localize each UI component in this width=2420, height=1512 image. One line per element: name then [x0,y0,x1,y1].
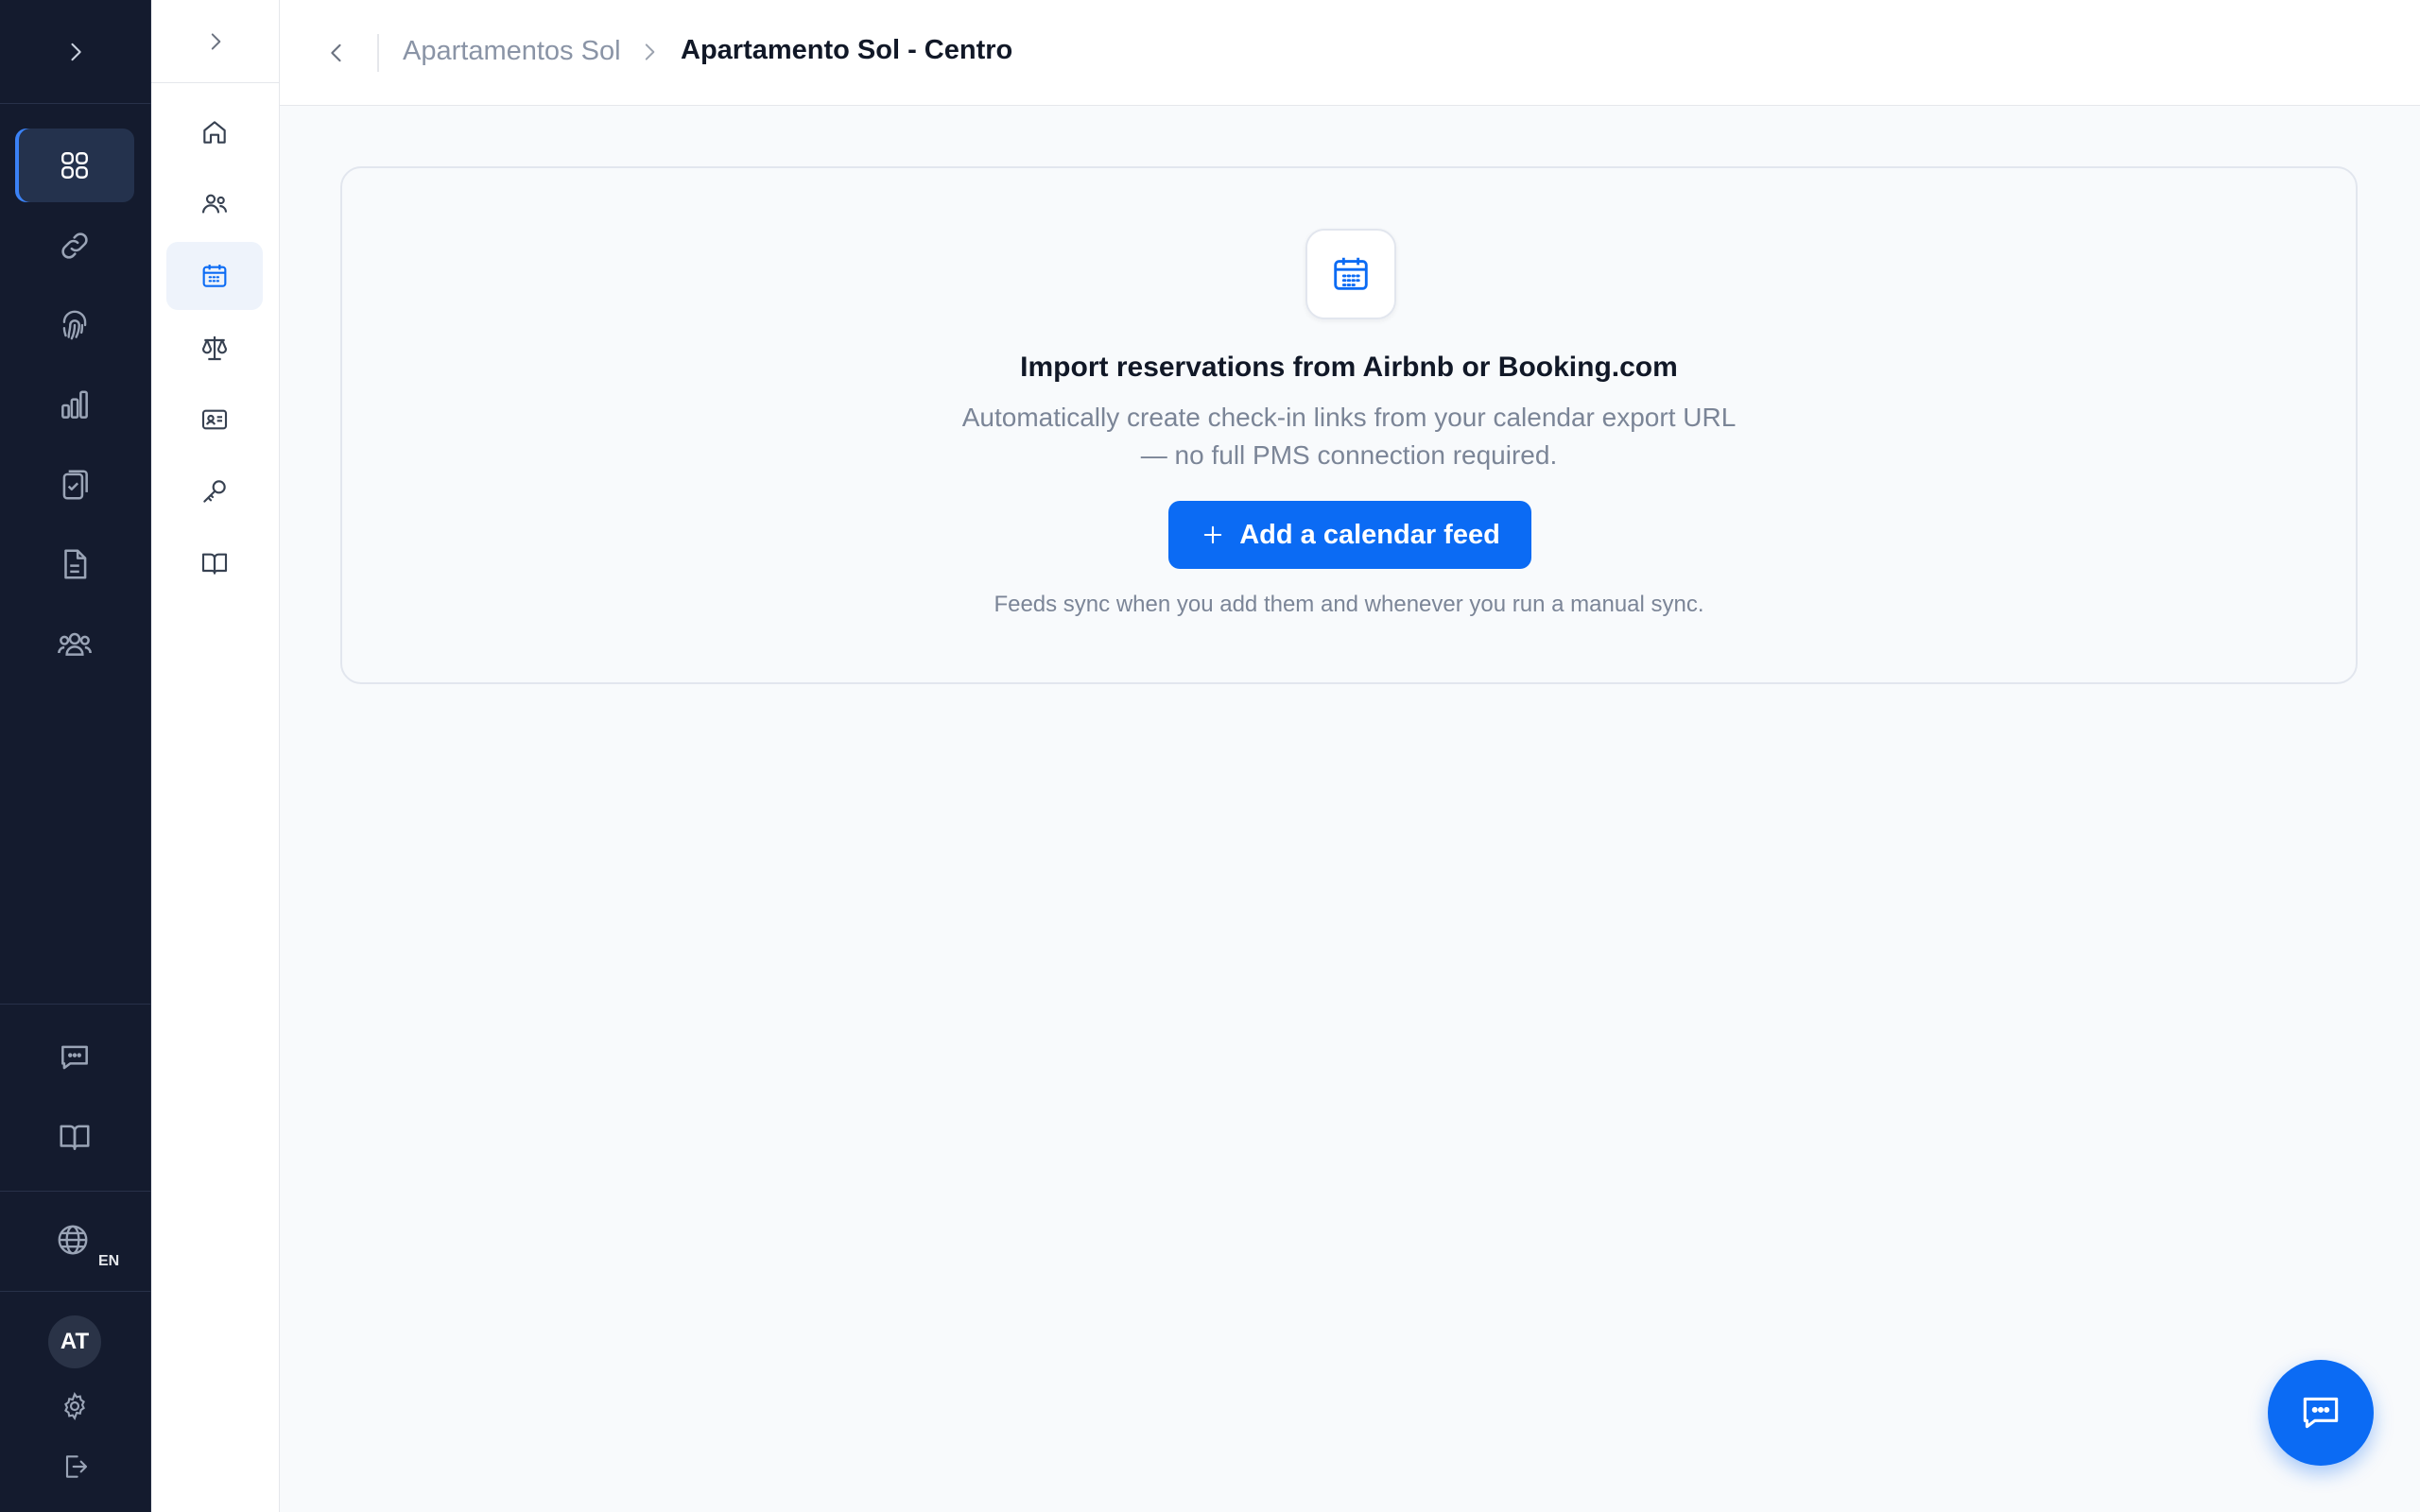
secondary-sidebar [151,0,280,1512]
chevron-right-icon [203,29,228,54]
sidebar-item-team[interactable] [15,607,134,680]
users-icon [199,189,230,219]
sidebar-item-dashboard[interactable] [15,129,134,202]
link-icon [57,228,93,264]
add-calendar-feed-label: Add a calendar feed [1239,519,1500,550]
scale-icon [199,333,230,363]
subsidebar-item-legal[interactable] [166,314,263,382]
subsidebar-item-calendar[interactable] [166,242,263,310]
settings-button[interactable] [15,1385,134,1427]
empty-state-icon-box [1305,229,1396,319]
sidebar-divider [0,1291,151,1292]
breadcrumb-current: Apartamento Sol - Centro [681,35,1013,65]
subsidebar-item-access[interactable] [166,457,263,525]
clipboard-check-icon [57,467,93,503]
header-divider [377,34,379,72]
sidebar-divider [0,1191,151,1192]
chevron-left-icon [323,40,350,66]
sidebar-expand-button[interactable] [0,0,151,104]
chevron-right-icon [637,40,662,64]
calendar-icon [199,261,230,291]
empty-state-card: Import reservations from Airbnb or Booki… [340,166,2358,684]
support-chat-button[interactable] [2268,1360,2374,1466]
add-calendar-feed-button[interactable]: Add a calendar feed [1168,501,1531,569]
sidebar-item-analytics[interactable] [15,369,134,442]
sidebar-item-documents[interactable] [15,527,134,601]
subsidebar-item-guidebook[interactable] [166,529,263,597]
logout-icon [60,1452,90,1482]
book-icon [199,548,230,578]
language-label: EN [98,1253,120,1269]
users-group-icon [56,625,94,662]
subsidebar-item-guests[interactable] [166,170,263,238]
page-header: Apartamentos Sol Apartamento Sol - Centr… [280,0,2420,106]
primary-sidebar: EN AT [0,0,151,1512]
subsidebar-item-identity[interactable] [166,386,263,454]
sidebar-item-links[interactable] [15,209,134,283]
subsidebar-item-overview[interactable] [166,98,263,166]
sidebar-item-tasks[interactable] [15,448,134,522]
chat-icon [57,1040,93,1075]
sidebar-item-docs[interactable] [15,1100,134,1174]
plus-icon [1200,522,1226,548]
bar-chart-icon [57,387,93,423]
book-open-icon [57,1119,93,1155]
sidebar-item-identity[interactable] [15,288,134,362]
subsidebar-expand-button[interactable] [151,0,280,83]
key-icon [199,476,230,507]
empty-state-description-line-1: Automatically create check-in links from… [961,403,1737,432]
empty-state-title: Import reservations from Airbnb or Booki… [1020,352,1678,383]
sync-note: Feeds sync when you add them and wheneve… [994,592,1704,617]
logout-button[interactable] [15,1446,134,1487]
chevron-right-icon [62,39,89,65]
back-button[interactable] [318,34,355,72]
home-icon [199,117,230,147]
id-card-icon [199,404,230,435]
sidebar-item-chat[interactable] [15,1021,134,1094]
empty-state-description-line-2: — no full PMS connection required. [1140,440,1558,470]
fingerprint-icon [57,307,93,343]
sidebar-divider [0,1004,151,1005]
empty-state-description: Automatically create check-in links from… [924,399,1774,474]
gear-icon [60,1391,90,1421]
chat-icon [2297,1389,2344,1436]
breadcrumb-parent-link[interactable]: Apartamentos Sol [403,36,621,67]
globe-icon [55,1222,91,1258]
calendar-icon [1329,252,1373,296]
grid-icon [58,148,92,182]
avatar[interactable]: AT [48,1315,101,1368]
document-icon [57,546,93,582]
